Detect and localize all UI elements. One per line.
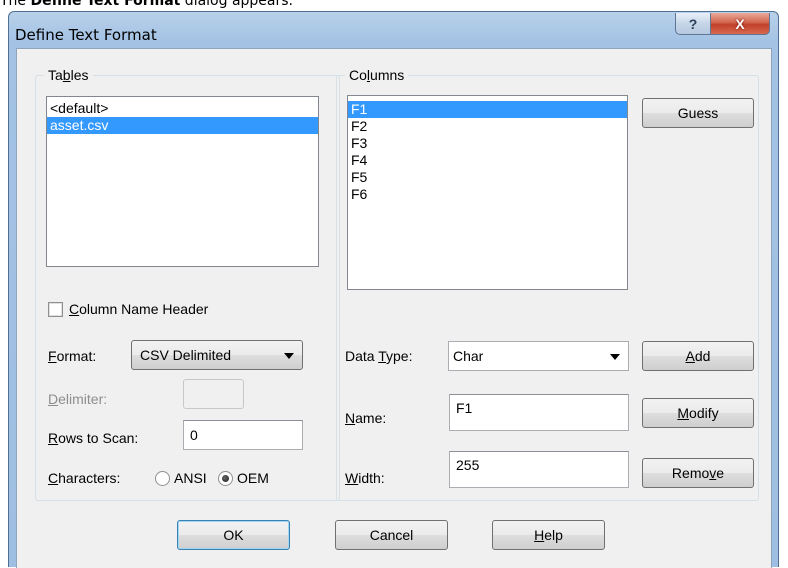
add-button[interactable]: Add [642,341,754,371]
modify-button[interactable]: Modify [642,398,754,428]
remove-button[interactable]: Remove [642,458,754,488]
define-text-format-dialog: Define Text Format ? X Tables <default> … [8,11,779,568]
name-input[interactable]: F1 [449,394,629,431]
oem-radio-label[interactable]: OEM [237,469,269,487]
close-icon: X [735,15,745,32]
list-item[interactable]: F6 [348,186,627,203]
delimiter-input[interactable] [183,379,244,409]
format-select[interactable]: CSV Delimited [131,340,303,370]
chevron-down-icon [284,353,294,359]
oem-radio[interactable] [218,471,233,486]
characters-label: Characters: [48,470,121,486]
dialog-title: Define Text Format [15,26,157,44]
ansi-radio-label[interactable]: ANSI [174,469,207,487]
list-item[interactable]: asset.csv [47,117,318,134]
rows-to-scan-input[interactable]: 0 [183,420,303,450]
list-item[interactable]: <default> [47,100,318,117]
title-help-button[interactable]: ? [675,13,711,35]
tables-listbox[interactable]: <default> asset.csv [46,96,319,267]
question-mark-icon: ? [688,15,698,32]
list-item[interactable]: F4 [348,152,627,169]
width-input[interactable]: 255 [449,451,629,488]
help-button[interactable]: Help [492,520,605,550]
tables-group-label: Tables [44,67,93,83]
width-label: Width: [345,470,385,486]
data-type-select[interactable]: Char [448,341,629,371]
column-name-header-checkbox[interactable] [48,302,63,317]
ansi-radio[interactable] [155,471,170,486]
data-type-select-value: Char [453,348,484,364]
data-type-label: Data Type: [345,348,413,364]
columns-listbox[interactable]: F1 F2 F3 F4 F5 F6 [347,95,628,290]
caption-text: The Define Text Format dialog appears. [0,0,294,9]
rows-to-scan-label: Rows to Scan: [48,430,139,446]
columns-group-label: Columns [345,67,409,83]
format-label: Format: [48,348,97,364]
list-item[interactable]: F3 [348,135,627,152]
delimiter-label: Delimiter: [48,391,108,407]
cancel-button[interactable]: Cancel [335,520,448,550]
column-name-header-label[interactable]: Column Name Header [69,300,208,318]
title-close-button[interactable]: X [710,13,770,35]
title-bar[interactable]: Define Text Format ? X [9,12,778,48]
chevron-down-icon [610,354,620,360]
name-label: Name: [345,410,387,426]
guess-button[interactable]: Guess [642,98,754,128]
ok-button[interactable]: OK [177,520,290,550]
list-item[interactable]: F5 [348,169,627,186]
dialog-client-area: Tables <default> asset.csv Column Name H… [16,48,772,568]
list-item[interactable]: F2 [348,118,627,135]
format-select-value: CSV Delimited [140,347,232,363]
list-item[interactable]: F1 [348,101,627,118]
